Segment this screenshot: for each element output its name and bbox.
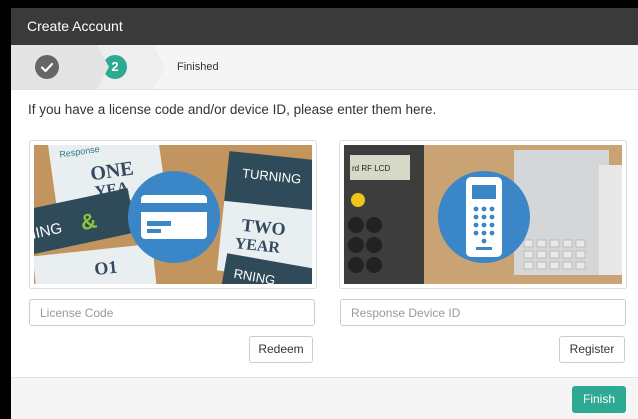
device-photo: rd RF LCD [344,145,622,284]
dialog-footer: Finish [11,377,638,419]
license-code-input[interactable]: License Code [29,299,315,326]
instructions-text: If you have a license code and/or device… [28,102,437,117]
dialog-title: Create Account [11,8,638,45]
step-finished-label: Finished [177,61,219,73]
step-chevron [153,45,165,89]
svg-text:O1: O1 [93,257,118,279]
redeem-button[interactable]: Redeem [249,336,313,363]
response-device-id-input[interactable]: Response Device ID [340,299,626,326]
register-button[interactable]: Register [559,336,625,363]
check-icon [35,55,59,79]
finish-button[interactable]: Finish [572,386,626,413]
step-chevron [97,45,109,89]
svg-text:rd RF LCD: rd RF LCD [352,164,390,173]
wizard-steps: 2 Finished [11,45,638,90]
license-card-image: Response ONE YEA NING & TURNING TWO YEAR [29,140,317,289]
license-photo: Response ONE YEA NING & TURNING TWO YEAR [34,145,312,284]
device-card-image: rd RF LCD [339,140,627,289]
create-account-dialog: Create Account 2 Finished If you have a … [11,8,638,419]
